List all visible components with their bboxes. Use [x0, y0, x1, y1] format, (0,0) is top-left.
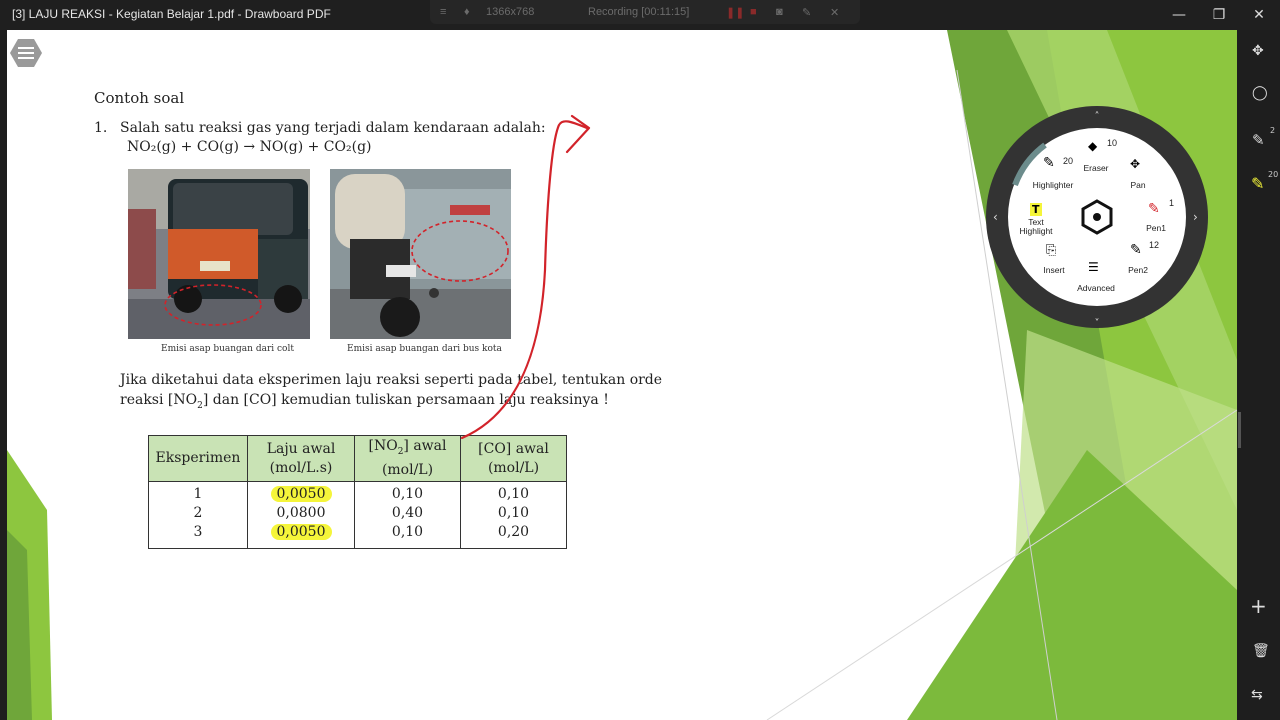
highlighter-size-badge: 20 — [1268, 170, 1279, 179]
cell-no2: 0,10 — [354, 523, 461, 549]
table-row: 2 0,0800 0,40 0,10 — [148, 504, 567, 523]
header-co-awal: [CO] awal (mol/L) — [460, 435, 567, 482]
pen1-label[interactable]: Pen1 — [1146, 223, 1166, 233]
close-recording-icon[interactable]: ✕ — [830, 6, 839, 19]
radial-tool-menu[interactable]: ˄ ‹ › ˅ ✎ 20 Highlighter ◆ 10 Eraser ✥ P… — [985, 105, 1209, 329]
window-title: [3] LAJU REAKSI - Kegiatan Belajar 1.pdf… — [12, 7, 331, 21]
advanced-label[interactable]: Advanced — [1077, 283, 1115, 293]
close-button[interactable]: ✕ — [1248, 4, 1270, 26]
photo-bus-emission — [330, 169, 511, 339]
maximize-button[interactable]: ❐ — [1208, 4, 1230, 26]
camera-icon[interactable]: ◙ — [776, 6, 783, 18]
caption-right: Emisi asap buangan dari bus kota — [347, 344, 502, 354]
highlighted-rate: 0,0050 — [270, 524, 332, 540]
pen1-size: 1 — [1169, 198, 1175, 208]
stop-icon[interactable]: ■ — [750, 6, 757, 18]
text-highlight-label[interactable]: Text Highlight — [1019, 218, 1052, 236]
lasso-icon: ◯ — [1252, 85, 1268, 101]
table-row: 1 0,0050 0,10 0,10 — [148, 481, 567, 504]
pen-icon: ✎ — [1252, 131, 1265, 149]
eraser-icon[interactable]: ◆ — [1088, 139, 1097, 153]
select-icon: ✥ — [1252, 43, 1264, 59]
cell-rate: 0,0050 — [247, 523, 355, 549]
pen2-size: 12 — [1149, 240, 1160, 250]
title-bar: [3] LAJU REAKSI - Kegiatan Belajar 1.pdf… — [0, 0, 1280, 30]
swap-button[interactable]: ⇆ — [1238, 682, 1280, 712]
add-page-button[interactable]: + — [1238, 592, 1280, 622]
cell-no2: 0,10 — [354, 481, 461, 504]
pan-label[interactable]: Pan — [1130, 180, 1145, 190]
cell-no2: 0,40 — [354, 504, 461, 523]
experiment-table: Eksperimen Laju awal (mol/L.s) [NO2] awal… — [148, 435, 567, 549]
microphone-icon[interactable]: ♦ — [464, 6, 470, 18]
pan-icon[interactable]: ✥ — [1130, 157, 1140, 171]
header-laju-awal: Laju awal (mol/L.s) — [247, 435, 355, 482]
pen-tool-button[interactable]: ✎ 2 — [1238, 126, 1280, 156]
plus-icon: + — [1250, 594, 1267, 618]
highlighter-tool-button[interactable]: ✎ 20 — [1238, 170, 1280, 200]
pause-icon[interactable]: ❚❚ — [726, 6, 744, 19]
instruction-part-a: reaksi [NO — [120, 392, 198, 408]
draw-icon[interactable]: ✎ — [802, 6, 811, 19]
question-text: Salah satu reaksi gas yang terjadi dalam… — [120, 120, 546, 136]
eraser-size: 10 — [1107, 138, 1118, 148]
cell-co: 0,10 — [460, 481, 567, 504]
eraser-label[interactable]: Eraser — [1083, 163, 1108, 173]
cell-rate: 0,0800 — [247, 504, 355, 523]
pen1-icon[interactable]: ✎ — [1148, 201, 1160, 217]
reaction-equation: NO₂(g) + CO(g) → NO(g) + CO₂(g) — [127, 139, 372, 155]
cell-exp: 3 — [148, 523, 248, 549]
cell-co: 0,10 — [460, 504, 567, 523]
cell-exp: 2 — [148, 504, 248, 523]
instruction-line-2: reaksi [NO2] dan [CO] kemudian tuliskan … — [120, 392, 609, 411]
highlighter-tool-icon: ✎ — [1251, 174, 1265, 193]
photo-car-emission — [128, 169, 310, 339]
pen2-icon[interactable]: ✎ — [1130, 242, 1142, 258]
highlighter-size: 20 — [1063, 156, 1074, 166]
highlighter-label[interactable]: Highlighter — [1033, 180, 1074, 190]
cell-co: 0,20 — [460, 523, 567, 549]
menu-dots-icon[interactable]: ≡ — [440, 6, 446, 18]
header-eksperimen: Eksperimen — [148, 435, 248, 482]
section-heading: Contoh soal — [94, 89, 185, 107]
trash-icon: 🗑 — [1252, 643, 1270, 659]
highlighted-rate: 0,0050 — [270, 486, 332, 502]
table-header-row: Eksperimen Laju awal (mol/L.s) [NO2] awal… — [148, 435, 567, 482]
advanced-icon[interactable]: ☰ — [1088, 260, 1099, 274]
right-toolbar: ✥ ◯ ✎ 2 ✎ 20 + 🗑 ⇆ — [1238, 30, 1280, 720]
instruction-line-1: Jika diketahui data eksperimen laju reak… — [120, 372, 663, 388]
lasso-tool-button[interactable]: ◯ — [1238, 80, 1280, 110]
svg-text:˄: ˄ — [1095, 110, 1100, 122]
insert-label[interactable]: Insert — [1043, 265, 1064, 275]
toolbar-scrollbar[interactable] — [1238, 412, 1241, 448]
text-highlight-icon[interactable]: T — [1030, 203, 1042, 216]
recording-bar: ≡ ♦ 1366x768 Recording [00:11:15] ❚❚ ■ ◙… — [430, 0, 860, 24]
pen-size-badge: 2 — [1270, 126, 1276, 135]
cell-rate: 0,0050 — [247, 481, 355, 504]
svg-text:˅: ˅ — [1095, 317, 1100, 329]
svg-text:‹: ‹ — [993, 210, 998, 224]
insert-icon[interactable]: ⎘ — [1046, 243, 1056, 258]
swap-icon: ⇆ — [1251, 687, 1263, 703]
recording-status: Recording [00:11:15] — [588, 6, 690, 18]
header-no2-awal: [NO2] awal (mol/L) — [354, 435, 461, 482]
pen2-label[interactable]: Pen2 — [1128, 265, 1148, 275]
svg-text:›: › — [1193, 210, 1198, 224]
table-row: 3 0,0050 0,10 0,20 — [148, 523, 567, 549]
recording-resolution: 1366x768 — [486, 6, 535, 18]
instruction-part-b: ] dan [CO] kemudian tuliskan persamaan l… — [202, 392, 609, 408]
delete-button[interactable]: 🗑 — [1238, 638, 1280, 668]
highlighter-icon[interactable]: ✎ — [1043, 155, 1055, 171]
minimize-button[interactable]: — — [1168, 4, 1190, 26]
hamburger-menu-button[interactable] — [9, 38, 43, 68]
select-tool-button[interactable]: ✥ — [1238, 38, 1280, 68]
question-number: 1. — [94, 120, 108, 136]
caption-left: Emisi asap buangan dari colt — [161, 344, 294, 354]
cell-exp: 1 — [148, 481, 248, 504]
